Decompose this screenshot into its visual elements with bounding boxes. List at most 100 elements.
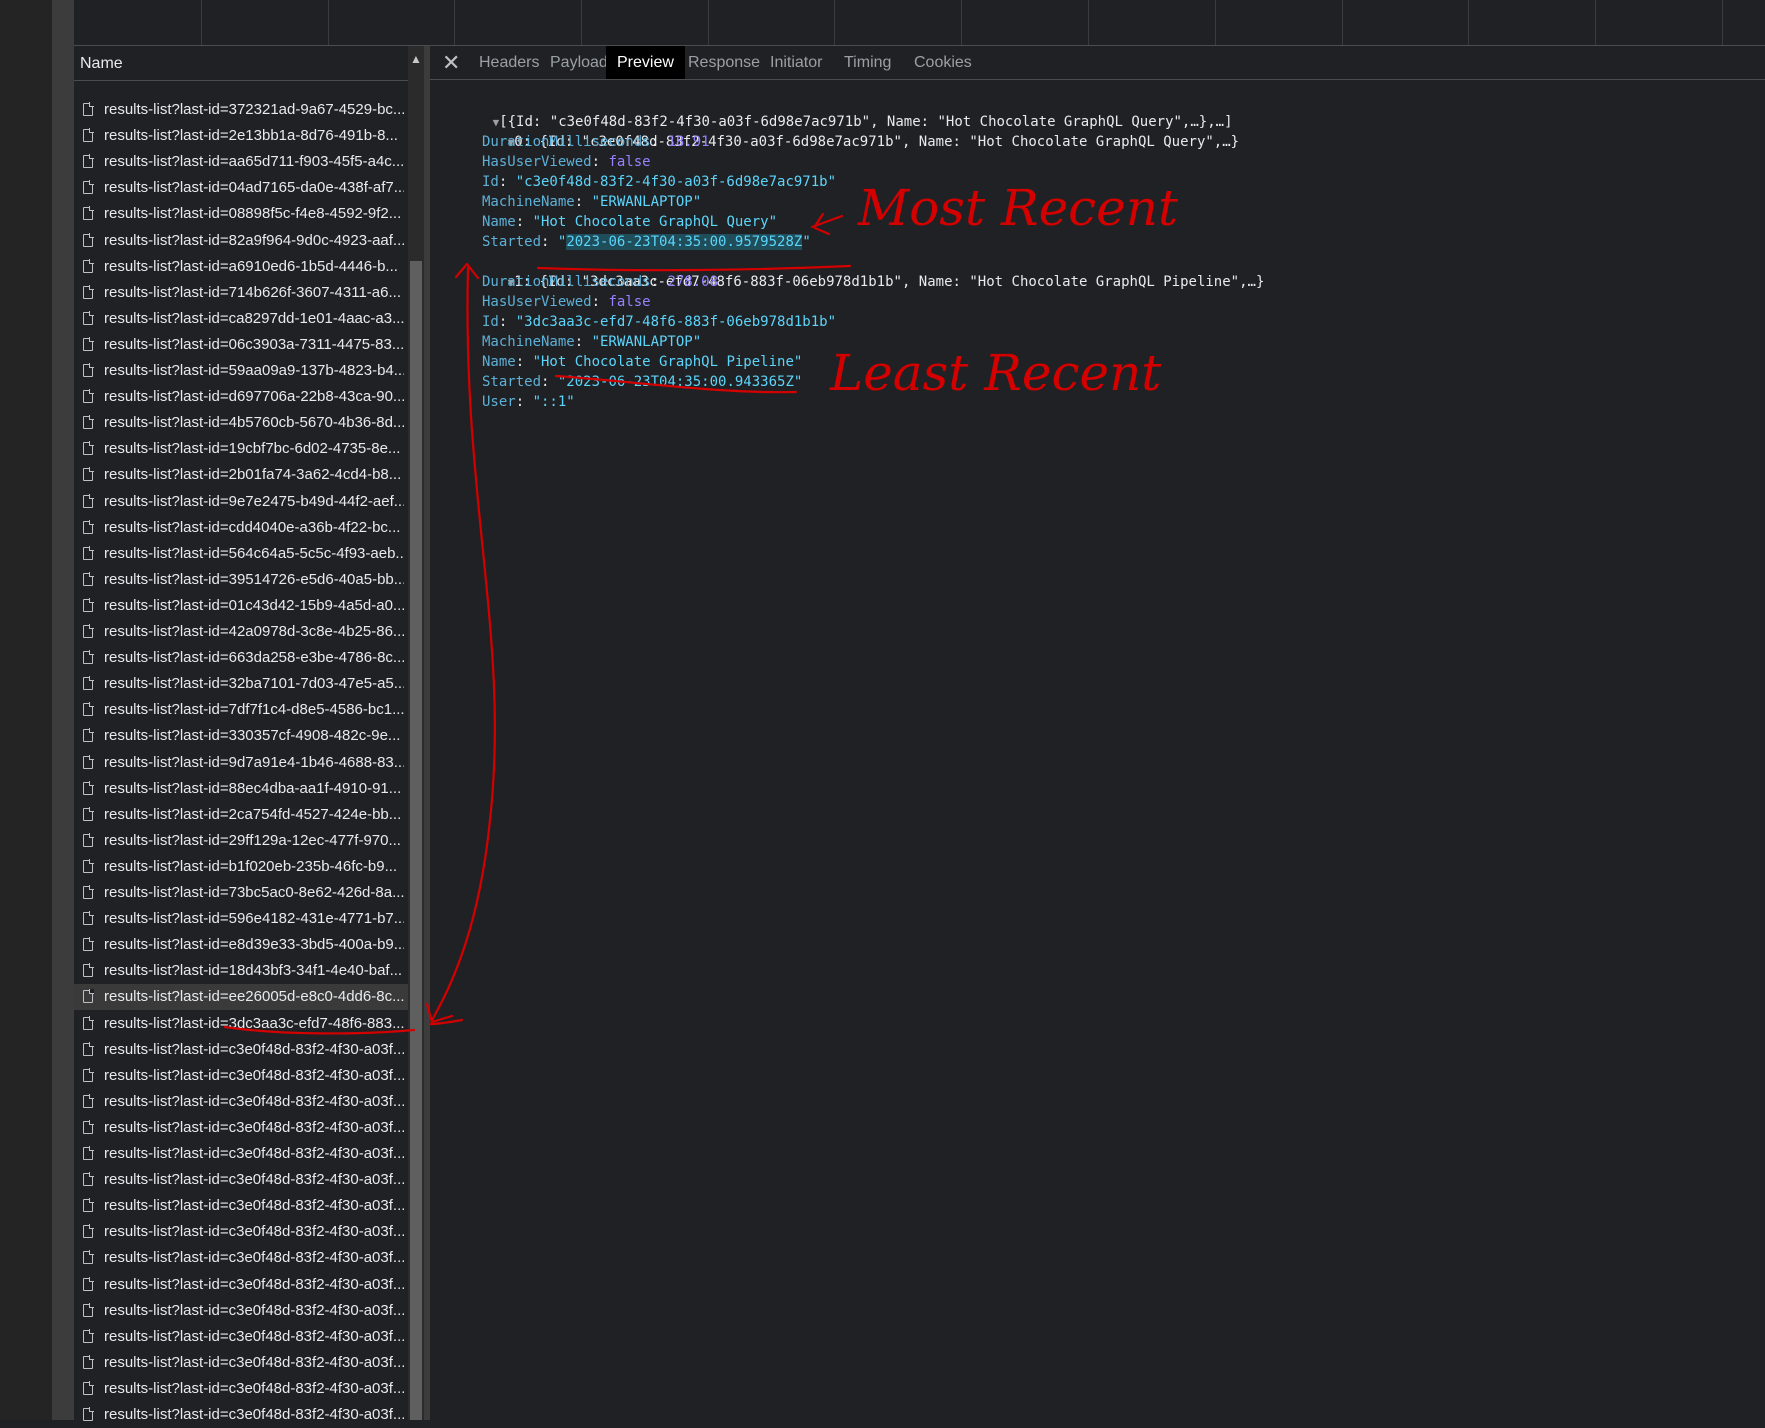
request-list-row[interactable]: results-list?last-id=08898f5c-f4e8-4592-… <box>74 201 408 227</box>
timeline-gridline <box>1468 0 1469 45</box>
request-list-row[interactable]: results-list?last-id=01c43d42-15b9-4a5d-… <box>74 593 408 619</box>
document-file-icon <box>83 415 94 430</box>
name-column-header[interactable]: Name <box>74 46 408 81</box>
request-list-row[interactable]: results-list?last-id=19cbf7bc-6d02-4735-… <box>74 436 408 462</box>
request-list-row[interactable]: results-list?last-id=88ec4dba-aa1f-4910-… <box>74 776 408 802</box>
document-file-icon <box>83 597 94 612</box>
request-name: results-list?last-id=cdd4040e-a36b-4f22-… <box>104 518 401 536</box>
request-list-row[interactable]: results-list?last-id=2b01fa74-3a62-4cd4-… <box>74 462 408 488</box>
document-file-icon <box>83 780 94 795</box>
request-list-row[interactable]: results-list?last-id=564c64a5-5c5c-4f93-… <box>74 541 408 567</box>
request-list-row[interactable]: results-list?last-id=c3e0f48d-83f2-4f30-… <box>74 1272 408 1298</box>
request-list-row[interactable]: results-list?last-id=c3e0f48d-83f2-4f30-… <box>74 1219 408 1245</box>
document-file-icon <box>83 336 94 351</box>
request-list-row[interactable]: results-list?last-id=714b626f-3607-4311-… <box>74 280 408 306</box>
request-list-row[interactable]: results-list?last-id=3dc3aa3c-efd7-48f6-… <box>74 1011 408 1037</box>
request-list-row[interactable]: results-list?last-id=596e4182-431e-4771-… <box>74 906 408 932</box>
request-list-row[interactable]: results-list?last-id=aa65d711-f903-45f5-… <box>74 149 408 175</box>
request-list-row[interactable]: results-list?last-id=2e13bb1a-8d76-491b-… <box>74 123 408 149</box>
request-list-row[interactable]: results-list?last-id=c3e0f48d-83f2-4f30-… <box>74 1193 408 1219</box>
json-item0-row[interactable]: ▼0: {Id: "c3e0f48d-83f2-4f30-a03f-6d98e7… <box>457 112 1240 150</box>
request-list-scrollbar[interactable]: ▲ <box>408 46 424 1420</box>
request-list-row[interactable]: results-list?last-id=372321ad-9a67-4529-… <box>74 97 408 123</box>
request-list-row[interactable]: results-list?last-id=c3e0f48d-83f2-4f30-… <box>74 1063 408 1089</box>
tab-preview[interactable]: Preview <box>606 46 685 79</box>
request-list-row[interactable]: results-list?last-id=9e7e2475-b49d-44f2-… <box>74 489 408 515</box>
request-name: results-list?last-id=c3e0f48d-83f2-4f30-… <box>104 1092 404 1110</box>
json-root-row[interactable]: ▼[{Id: "c3e0f48d-83f2-4f30-a03f-6d98e7ac… <box>442 92 1233 130</box>
json-quote: " <box>802 234 811 250</box>
document-file-icon <box>83 363 94 377</box>
request-list-row[interactable]: results-list?last-id=82a9f964-9d0c-4923-… <box>74 228 408 254</box>
document-file-icon <box>83 754 94 769</box>
request-list-row[interactable]: results-list?last-id=59aa09a9-137b-4823-… <box>74 358 408 384</box>
request-list-panel: Name results-list?last-id=372321ad-9a67-… <box>74 46 408 1423</box>
json-value: 18.91 <box>667 134 710 150</box>
request-list-row[interactable]: results-list?last-id=663da258-e3be-4786-… <box>74 645 408 671</box>
request-list-row[interactable]: results-list?last-id=330357cf-4908-482c-… <box>74 723 408 749</box>
scroll-up-arrow-icon[interactable]: ▲ <box>410 52 422 66</box>
timeline-gridline <box>1088 0 1089 45</box>
request-list-row[interactable]: results-list?last-id=d697706a-22b8-43ca-… <box>74 384 408 410</box>
request-list-row[interactable]: results-list?last-id=7df7f1c4-d8e5-4586-… <box>74 697 408 723</box>
json-property: Started: "2023-06-23T04:35:00.9579528Z" <box>482 234 811 250</box>
request-list-row[interactable]: results-list?last-id=32ba7101-7d03-47e5-… <box>74 671 408 697</box>
request-name: results-list?last-id=c3e0f48d-83f2-4f30-… <box>104 1040 404 1058</box>
detail-tab-bar: ✕ Headers Payload Preview Response Initi… <box>430 46 1765 80</box>
document-file-icon <box>83 102 94 116</box>
request-list-row[interactable]: results-list?last-id=29ff129a-12ec-477f-… <box>74 828 408 854</box>
request-list-row[interactable]: results-list?last-id=c3e0f48d-83f2-4f30-… <box>74 1350 408 1376</box>
request-list-row[interactable]: results-list?last-id=42a0978d-3c8e-4b25-… <box>74 619 408 645</box>
request-list-row[interactable]: results-list?last-id=c3e0f48d-83f2-4f30-… <box>74 1141 408 1167</box>
request-name: results-list?last-id=73bc5ac0-8e62-426d-… <box>104 884 404 901</box>
json-value: 278.08 <box>667 274 719 290</box>
request-list-row[interactable]: results-list?last-id=06c3903a-7311-4475-… <box>74 332 408 358</box>
request-name: results-list?last-id=330357cf-4908-482c-… <box>104 727 401 745</box>
request-list-row[interactable]: results-list?last-id=4b5760cb-5670-4b36-… <box>74 410 408 436</box>
document-file-icon <box>83 232 94 247</box>
request-list-row[interactable]: results-list?last-id=04ad7165-da0e-438f-… <box>74 175 408 201</box>
request-list-row[interactable]: results-list?last-id=c3e0f48d-83f2-4f30-… <box>74 1245 408 1271</box>
request-list-row[interactable]: results-list?last-id=2ca754fd-4527-424e-… <box>74 802 408 828</box>
request-name: results-list?last-id=4b5760cb-5670-4b36-… <box>104 414 404 432</box>
request-list-row[interactable]: results-list?last-id=c3e0f48d-83f2-4f30-… <box>74 1376 408 1402</box>
request-name: results-list?last-id=3dc3aa3c-efd7-48f6-… <box>104 1014 404 1032</box>
request-list-row[interactable]: results-list?last-id=e8d39e33-3bd5-400a-… <box>74 932 408 958</box>
request-name: results-list?last-id=c3e0f48d-83f2-4f30-… <box>104 1066 404 1084</box>
request-list-row[interactable]: results-list?last-id=a6910ed6-1b5d-4446-… <box>74 254 408 280</box>
request-list-row[interactable]: results-list?last-id=cdd4040e-a36b-4f22-… <box>74 515 408 541</box>
scrollbar-thumb[interactable] <box>410 261 422 1420</box>
request-list-row[interactable]: results-list?last-id=c3e0f48d-83f2-4f30-… <box>74 1115 408 1141</box>
tab-timing[interactable]: Timing <box>833 46 902 79</box>
request-list-row[interactable]: results-list?last-id=39514726-e5d6-40a5-… <box>74 567 408 593</box>
document-file-icon <box>83 545 94 560</box>
json-item1-row[interactable]: ▼1: {Id: "3dc3aa3c-efd7-48f6-883f-06eb97… <box>457 252 1265 290</box>
close-icon[interactable]: ✕ <box>442 50 460 76</box>
tab-cookies[interactable]: Cookies <box>903 46 983 79</box>
request-list-row[interactable]: results-list?last-id=9d7a91e4-1b46-4688-… <box>74 750 408 776</box>
request-list-row[interactable]: results-list?last-id=c3e0f48d-83f2-4f30-… <box>74 1402 408 1428</box>
request-list-row[interactable]: results-list?last-id=c3e0f48d-83f2-4f30-… <box>74 1037 408 1063</box>
tab-initiator[interactable]: Initiator <box>759 46 833 79</box>
document-file-icon <box>83 1146 94 1160</box>
document-file-icon <box>83 806 94 821</box>
request-list-row[interactable]: results-list?last-id=c3e0f48d-83f2-4f30-… <box>74 1167 408 1193</box>
json-property: Name: "Hot Chocolate GraphQL Pipeline" <box>482 354 803 370</box>
request-list-row[interactable]: results-list?last-id=ca8297dd-1e01-4aac-… <box>74 306 408 332</box>
document-file-icon <box>83 885 94 899</box>
request-name: results-list?last-id=9e7e2475-b49d-44f2-… <box>104 492 404 510</box>
request-list-row[interactable]: results-list?last-id=c3e0f48d-83f2-4f30-… <box>74 1298 408 1324</box>
json-value: false <box>608 294 651 310</box>
request-list-row[interactable]: results-list?last-id=18d43bf3-34f1-4e40-… <box>74 958 408 984</box>
request-list-row[interactable]: results-list?last-id=b1f020eb-235b-46fc-… <box>74 854 408 880</box>
request-list-row[interactable]: results-list?last-id=73bc5ac0-8e62-426d-… <box>74 880 408 906</box>
request-list-row[interactable]: results-list?last-id=c3e0f48d-83f2-4f30-… <box>74 1324 408 1350</box>
json-key: Id <box>482 174 499 190</box>
request-name: results-list?last-id=7df7f1c4-d8e5-4586-… <box>104 701 404 719</box>
timeline-overview[interactable] <box>74 0 1765 46</box>
request-list-row[interactable]: results-list?last-id=ee26005d-e8c0-4dd6-… <box>74 984 408 1011</box>
request-name: results-list?last-id=18d43bf3-34f1-4e40-… <box>104 962 403 980</box>
request-name: results-list?last-id=c3e0f48d-83f2-4f30-… <box>104 1197 404 1215</box>
tab-response[interactable]: Response <box>677 46 771 79</box>
request-list-row[interactable]: results-list?last-id=c3e0f48d-83f2-4f30-… <box>74 1089 408 1115</box>
